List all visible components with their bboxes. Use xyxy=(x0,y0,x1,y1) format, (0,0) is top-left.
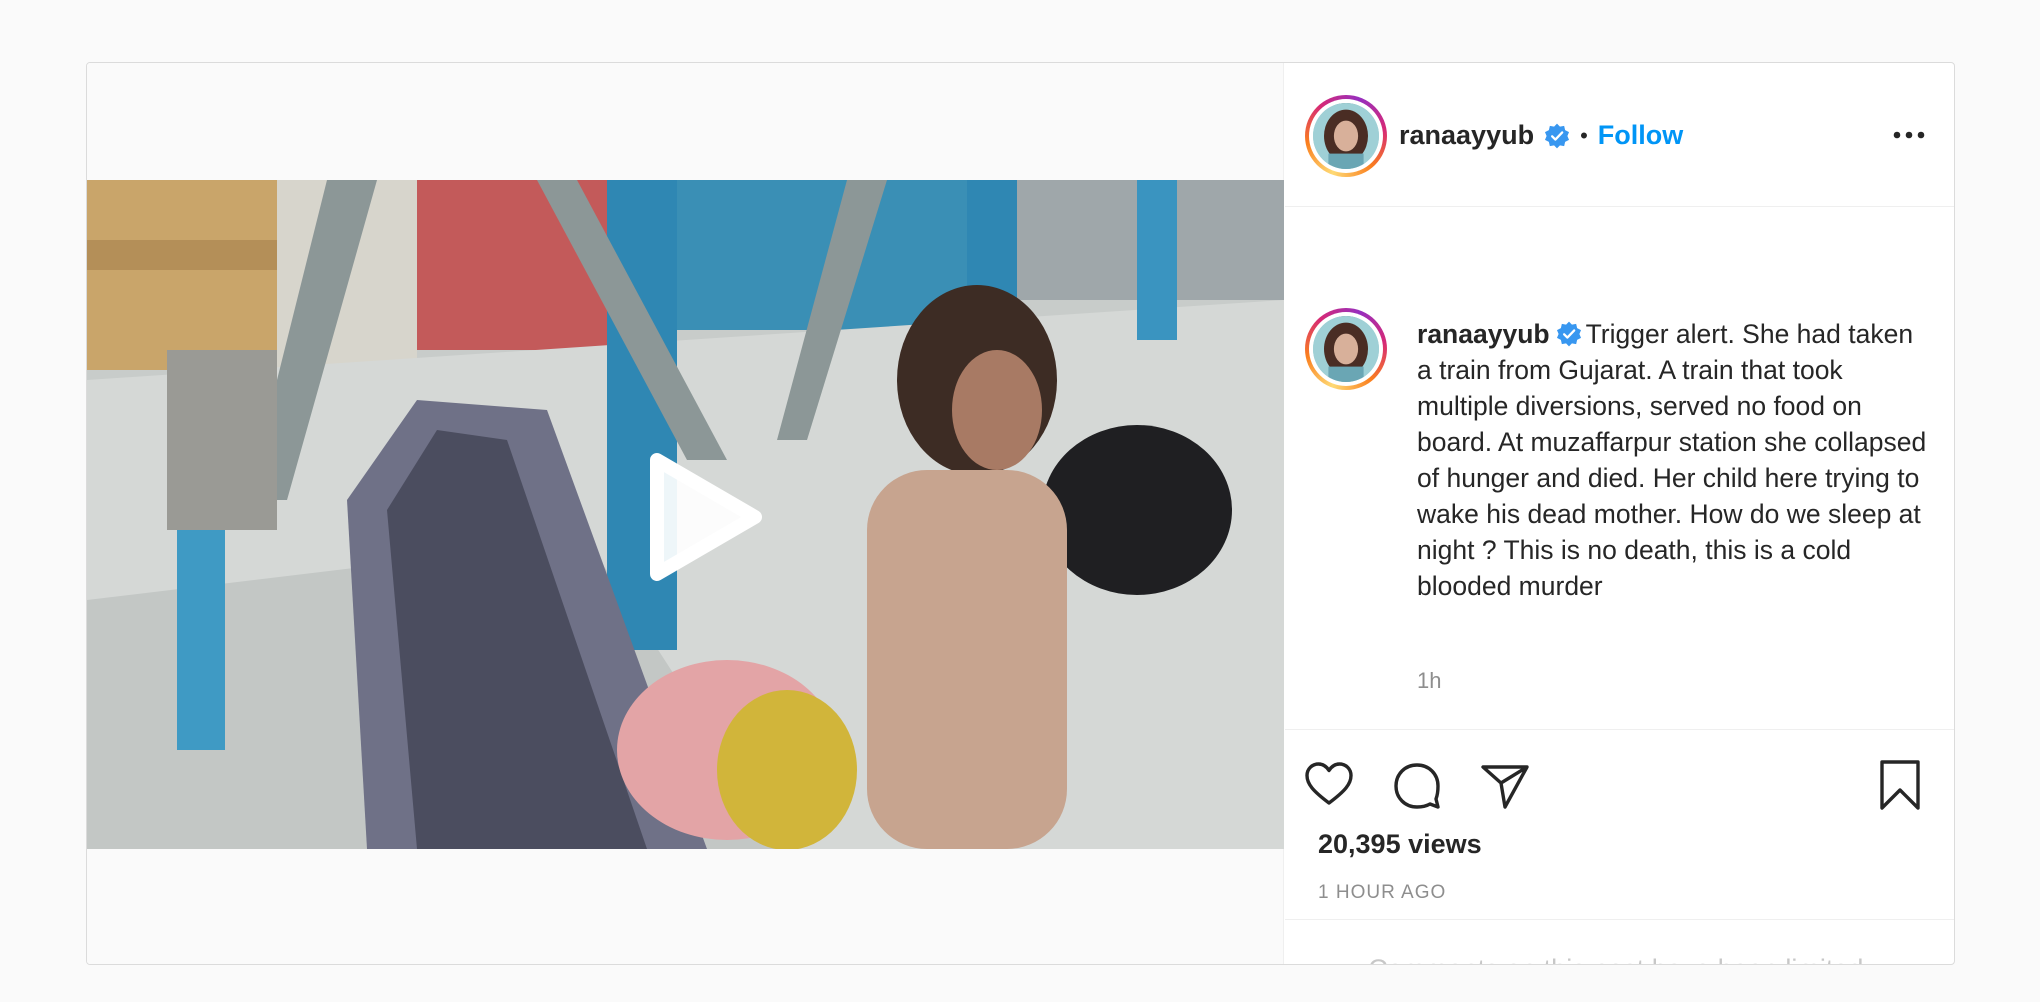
post-caption: ranaayyub Trigger alert. She had taken a… xyxy=(1285,208,1954,730)
username[interactable]: ranaayyub xyxy=(1399,120,1534,151)
post-sidebar: ranaayyub • Follow ranaayyub Trigger ale… xyxy=(1285,63,1954,964)
verified-badge-icon xyxy=(1556,321,1581,347)
comment-bubble-icon[interactable] xyxy=(1391,759,1443,811)
comments-limited-notice: Comments on this post have been limited. xyxy=(1285,919,1954,964)
caption-username[interactable]: ranaayyub xyxy=(1417,319,1550,349)
post-header: ranaayyub • Follow xyxy=(1285,63,1954,207)
more-options-icon[interactable] xyxy=(1892,125,1926,145)
action-bar xyxy=(1285,731,1954,810)
avatar-image xyxy=(1313,103,1379,169)
post-timestamp[interactable]: 1 HOUR AGO xyxy=(1318,882,1446,904)
instagram-post: ranaayyub • Follow ranaayyub Trigger ale… xyxy=(86,62,1955,965)
caption-timestamp[interactable]: 1h xyxy=(1417,668,1441,694)
paper-plane-icon[interactable] xyxy=(1479,759,1531,811)
avatar[interactable] xyxy=(1305,95,1387,177)
post-media xyxy=(87,63,1284,964)
caption-text: ranaayyub Trigger alert. She had taken a… xyxy=(1417,316,1927,604)
separator-dot: • xyxy=(1580,122,1588,148)
view-count[interactable]: 20,395 views xyxy=(1318,829,1482,860)
bookmark-icon[interactable] xyxy=(1874,759,1926,811)
verified-badge-icon xyxy=(1545,123,1570,148)
caption-body: Trigger alert. She had taken a train fro… xyxy=(1417,319,1927,601)
caption-avatar[interactable] xyxy=(1305,308,1387,390)
follow-button[interactable]: Follow xyxy=(1598,120,1683,151)
heart-icon[interactable] xyxy=(1303,759,1355,811)
play-icon[interactable] xyxy=(627,442,777,592)
video-player[interactable] xyxy=(87,180,1284,849)
avatar-image xyxy=(1313,316,1379,382)
